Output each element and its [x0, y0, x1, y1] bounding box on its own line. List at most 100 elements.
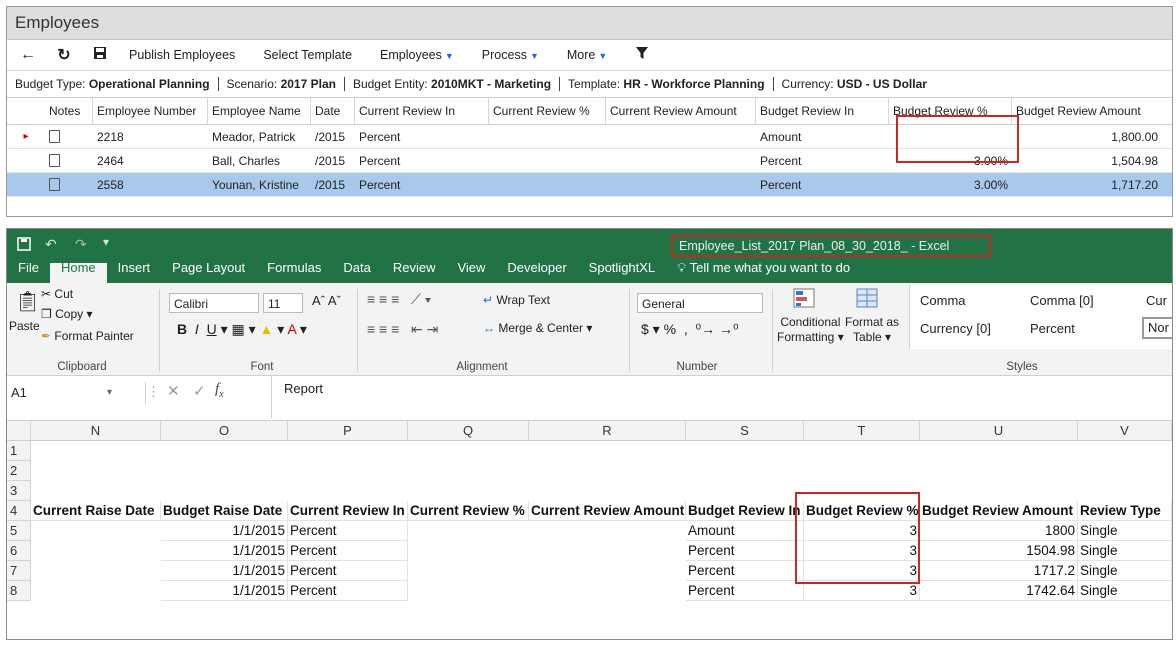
- format-as-table-button[interactable]: Format as Table ▾: [845, 315, 899, 345]
- font-style-buttons[interactable]: B I U ▾ ▦ ▾ ▲ ▾ A ▾: [177, 321, 307, 338]
- budget-review-pct[interactable]: 3.00%: [889, 149, 1012, 172]
- budget-review-in[interactable]: Amount: [756, 125, 889, 148]
- current-review-in[interactable]: Percent: [355, 149, 489, 172]
- row-header[interactable]: 7: [7, 561, 31, 581]
- redo-icon[interactable]: ↷: [75, 236, 87, 253]
- cell-budget-review-in[interactable]: Percent: [686, 541, 804, 561]
- process-menu[interactable]: Process ▼: [468, 48, 553, 62]
- column-header-t[interactable]: T: [804, 421, 920, 441]
- cell-current-review-in[interactable]: Percent: [288, 521, 408, 541]
- column-header-o[interactable]: O: [161, 421, 288, 441]
- cell-header[interactable]: Current Raise Date: [31, 501, 161, 521]
- employees-menu[interactable]: Employees ▼: [366, 48, 468, 62]
- cell-review-type[interactable]: Single: [1078, 561, 1172, 581]
- cell-review-type[interactable]: Single: [1078, 581, 1172, 601]
- cell-header[interactable]: Budget Review In: [686, 501, 804, 521]
- cell-budget-review-pct[interactable]: 3: [804, 541, 920, 561]
- row-header[interactable]: 5: [7, 521, 31, 541]
- cell-header[interactable]: Current Review Amount: [529, 501, 686, 521]
- note-icon[interactable]: [49, 154, 60, 167]
- col-current-review-in[interactable]: Current Review In: [355, 98, 489, 124]
- publish-employees-button[interactable]: Publish Employees: [115, 48, 249, 62]
- row-header[interactable]: 1: [7, 441, 31, 461]
- col-budget-review-pct[interactable]: Budget Review %: [889, 98, 1012, 124]
- cell-budget-raise-date[interactable]: 1/1/2015: [161, 581, 288, 601]
- copy-button[interactable]: ❐ Copy ▾: [41, 307, 92, 321]
- cell-budget-review-in[interactable]: Percent: [686, 581, 804, 601]
- wrap-text-button[interactable]: ↵ Wrap Text: [483, 293, 550, 307]
- column-header-r[interactable]: R: [529, 421, 686, 441]
- cell-budget-review-pct[interactable]: 3: [804, 581, 920, 601]
- format-as-table-icon[interactable]: [855, 287, 881, 312]
- quick-access-dropdown-icon[interactable]: ▾: [103, 235, 109, 249]
- style-comma[interactable]: Comma: [920, 293, 966, 308]
- col-budget-review-amount[interactable]: Budget Review Amount: [1012, 98, 1162, 124]
- budget-review-amount[interactable]: 1,504.98: [1012, 149, 1162, 172]
- note-icon-cell[interactable]: [45, 173, 93, 196]
- refresh-icon[interactable]: ↻: [49, 45, 79, 65]
- current-review-amount[interactable]: [606, 125, 756, 148]
- current-review-pct[interactable]: [489, 149, 606, 172]
- budget-review-amount[interactable]: 1,717.20: [1012, 173, 1162, 196]
- current-review-amount[interactable]: [606, 149, 756, 172]
- cell-budget-review-in[interactable]: Amount: [686, 521, 804, 541]
- current-review-in[interactable]: Percent: [355, 173, 489, 196]
- col-date[interactable]: Date: [311, 98, 355, 124]
- cell-budget-review-amount[interactable]: 1800: [920, 521, 1078, 541]
- note-icon[interactable]: [49, 130, 60, 143]
- budget-review-pct[interactable]: 3.00%: [889, 173, 1012, 196]
- back-arrow-icon[interactable]: ←: [13, 46, 43, 64]
- font-color-icon[interactable]: A: [287, 321, 296, 337]
- cell-current-review-in[interactable]: Percent: [288, 581, 408, 601]
- cell-budget-review-amount[interactable]: 1717.2: [920, 561, 1078, 581]
- current-review-pct[interactable]: [489, 173, 606, 196]
- filter-icon[interactable]: [627, 46, 657, 65]
- undo-icon[interactable]: ↶: [45, 236, 57, 253]
- cell-header[interactable]: Current Review %: [408, 501, 529, 521]
- paste-icon[interactable]: 📋︎: [15, 289, 40, 314]
- cell-header[interactable]: Review Type: [1078, 501, 1172, 521]
- font-size-box[interactable]: 11: [263, 293, 303, 313]
- note-icon-cell[interactable]: [45, 125, 93, 148]
- align-top-icons[interactable]: ≡ ≡ ≡ ⟋ ▾: [367, 291, 431, 308]
- cell-header[interactable]: Budget Raise Date: [161, 501, 288, 521]
- conditional-formatting-icon[interactable]: [792, 287, 818, 312]
- column-header-s[interactable]: S: [686, 421, 804, 441]
- cancel-entry-icon[interactable]: ✕: [167, 382, 180, 400]
- cell-header[interactable]: Current Review In: [288, 501, 408, 521]
- table-row[interactable]: 2464 Ball, Charles /2015 Percent Percent…: [7, 149, 1172, 173]
- name-box[interactable]: A1 ▾: [7, 382, 146, 404]
- budget-review-in[interactable]: Percent: [756, 149, 889, 172]
- cell-budget-raise-date[interactable]: 1/1/2015: [161, 521, 288, 541]
- more-menu[interactable]: More ▼: [553, 48, 621, 62]
- row-header[interactable]: 4: [7, 501, 31, 521]
- row-header[interactable]: 2: [7, 461, 31, 481]
- cell-budget-raise-date[interactable]: 1/1/2015: [161, 561, 288, 581]
- number-format-box[interactable]: General: [637, 293, 763, 313]
- style-currency[interactable]: Cur: [1146, 293, 1167, 308]
- col-current-review-pct[interactable]: Current Review %: [489, 98, 606, 124]
- cell-review-type[interactable]: Single: [1078, 521, 1172, 541]
- note-icon[interactable]: [49, 178, 60, 191]
- cell-budget-review-in[interactable]: Percent: [686, 561, 804, 581]
- cell-budget-review-pct[interactable]: 3: [804, 561, 920, 581]
- grow-shrink-font-icon[interactable]: Aˆ Aˇ: [312, 293, 341, 308]
- style-comma-0[interactable]: Comma [0]: [1030, 293, 1094, 308]
- current-review-amount[interactable]: [606, 173, 756, 196]
- name-box-dropdown-icon[interactable]: ▾: [107, 382, 112, 404]
- cell-header[interactable]: Budget Review Amount: [920, 501, 1078, 521]
- cell-budget-review-pct[interactable]: 3: [804, 521, 920, 541]
- fill-color-icon[interactable]: ▲: [260, 321, 274, 337]
- table-row-selected[interactable]: 2558 Younan, Kristine /2015 Percent Perc…: [7, 173, 1172, 197]
- style-percent[interactable]: Percent: [1030, 321, 1075, 336]
- merge-center-button[interactable]: ↔ Merge & Center ▾: [483, 321, 592, 335]
- cut-button[interactable]: ✂ Cut: [41, 287, 73, 301]
- column-header-n[interactable]: N: [31, 421, 161, 441]
- style-normal[interactable]: Nor: [1142, 317, 1172, 339]
- conditional-formatting-button[interactable]: Conditional Formatting ▾: [777, 315, 844, 345]
- column-header-p[interactable]: P: [288, 421, 408, 441]
- insert-function-icon[interactable]: fx: [215, 381, 224, 400]
- cell-current-review-in[interactable]: Percent: [288, 541, 408, 561]
- paste-button[interactable]: Paste: [9, 319, 40, 333]
- row-header[interactable]: 6: [7, 541, 31, 561]
